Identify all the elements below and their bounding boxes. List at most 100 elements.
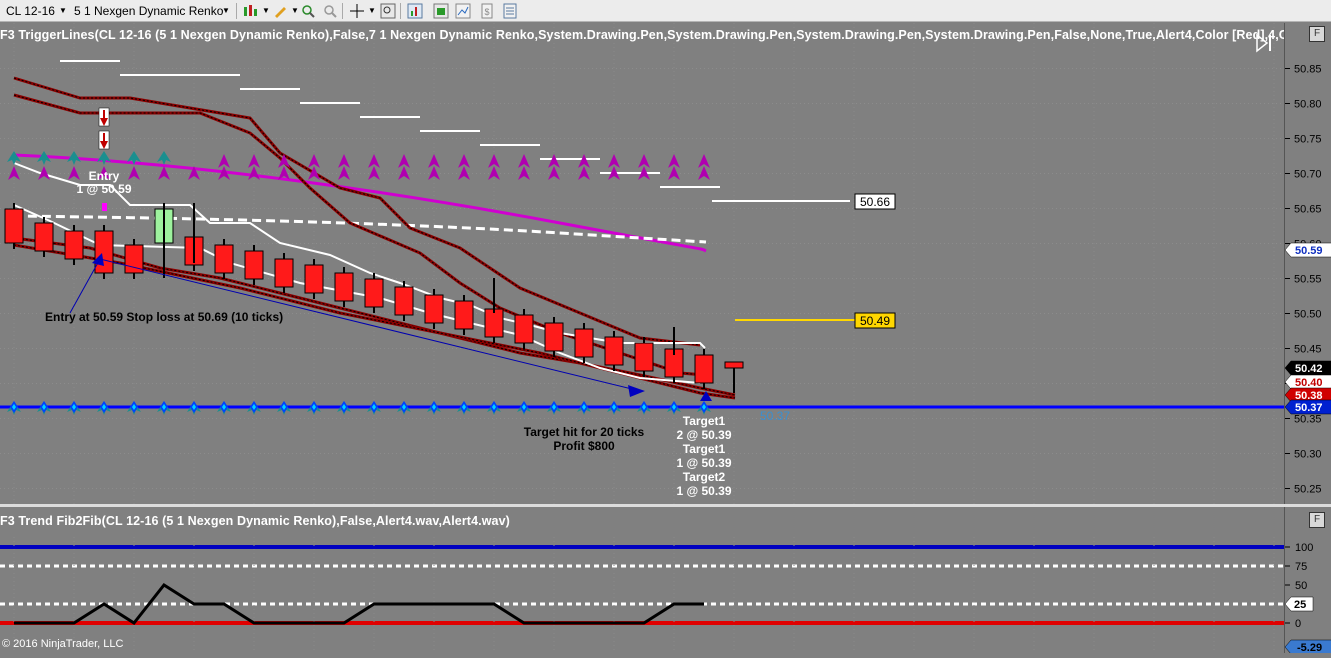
magenta-arrow-icon bbox=[488, 154, 500, 168]
blue-diamond-icon bbox=[10, 401, 18, 413]
teal-arrow-icon bbox=[97, 151, 111, 165]
toolbar-separator bbox=[400, 3, 401, 19]
zoom-icon[interactable] bbox=[300, 3, 316, 19]
axis-tick-label: 75 bbox=[1295, 561, 1307, 573]
axis-marker-blue-lower-text: 50.37 bbox=[1295, 402, 1323, 414]
magenta-arrow-icon bbox=[338, 154, 350, 168]
magenta-arrow-icon bbox=[398, 154, 410, 168]
magenta-arrow-icon bbox=[638, 154, 650, 168]
renko-candle bbox=[64, 230, 84, 260]
price-box-yellow-text: 50.49 bbox=[860, 314, 890, 328]
crosshair-icon[interactable] bbox=[349, 3, 365, 19]
zoom-out-icon[interactable] bbox=[322, 3, 338, 19]
magenta-arrow-icon bbox=[368, 154, 380, 168]
axis-tick-label: 50.65 bbox=[1294, 204, 1322, 216]
magenta-arrow-icon bbox=[128, 166, 140, 180]
dropdown-icon[interactable]: ▼ bbox=[364, 3, 380, 19]
float-button[interactable]: F bbox=[1309, 512, 1325, 528]
chart-toolbar: CL 12-16 ▼ 5 1 Nexgen Dynamic Renko ▼ ▼ … bbox=[0, 0, 1331, 22]
renko-candle bbox=[304, 264, 324, 294]
renko-candle bbox=[544, 322, 564, 352]
float-button[interactable]: F bbox=[1309, 26, 1325, 42]
renko-candle bbox=[514, 314, 534, 344]
calendar-icon[interactable]: $ bbox=[479, 3, 495, 19]
axis-tick-label: 0 bbox=[1295, 618, 1301, 630]
blue-diamond-icon bbox=[100, 401, 108, 413]
blue-diamond-icon bbox=[250, 401, 258, 413]
dropdown-icon[interactable]: ▼ bbox=[218, 3, 234, 19]
axis-tick-label: 50.25 bbox=[1294, 484, 1322, 496]
data-box-icon[interactable] bbox=[502, 3, 518, 19]
renko-candle bbox=[454, 300, 474, 330]
magenta-arrow-icon bbox=[578, 154, 590, 168]
magenta-arrow-icon bbox=[518, 154, 530, 168]
exit-arrow-icon bbox=[628, 385, 645, 397]
target-label: Target1 bbox=[683, 442, 726, 456]
trigger-line-dots bbox=[13, 77, 701, 346]
teal-arrow-icon bbox=[157, 151, 171, 165]
price-box-white-text: 50.66 bbox=[860, 195, 890, 209]
current-bar bbox=[724, 361, 744, 369]
oscillator-chart bbox=[0, 537, 1284, 653]
period-selector[interactable]: 5 1 Nexgen Dynamic Renko bbox=[74, 3, 223, 19]
renko-candle bbox=[634, 342, 654, 372]
axis-tick-label: 50.75 bbox=[1294, 134, 1322, 146]
renko-candle bbox=[574, 328, 594, 358]
scroll-end-icon[interactable] bbox=[1255, 33, 1275, 53]
templates-icon[interactable] bbox=[455, 3, 471, 19]
magenta-arrow-icon bbox=[698, 154, 710, 168]
blue-diamond-icon bbox=[220, 401, 228, 413]
dropdown-icon[interactable]: ▼ bbox=[55, 3, 71, 19]
toolbar-separator bbox=[236, 3, 237, 19]
price-axis[interactable]: 50.8550.8050.7550.7050.6550.6050.5550.50… bbox=[1284, 23, 1331, 504]
axis-marker-red-text: 50.40 bbox=[1295, 377, 1323, 389]
magnifier-icon[interactable] bbox=[380, 3, 396, 19]
renko-candle bbox=[274, 258, 294, 288]
magenta-arrow-icon bbox=[488, 166, 500, 180]
axis-tick-label: 50.70 bbox=[1294, 169, 1322, 181]
copyright-text: © 2016 NinjaTrader, LLC bbox=[2, 638, 124, 650]
strategy-icon[interactable] bbox=[433, 3, 449, 19]
instrument-selector[interactable]: CL 12-16 bbox=[6, 3, 55, 19]
teal-arrow-icon bbox=[7, 151, 21, 165]
renko-candle bbox=[364, 278, 384, 308]
trail-stop-line bbox=[13, 204, 701, 384]
oscillator-axis[interactable]: 100755025025-5.29 F bbox=[1284, 507, 1331, 655]
axis-marker-bottom-text: -5.29 bbox=[1297, 642, 1322, 653]
target-note: Target hit for 20 ticks bbox=[524, 425, 645, 439]
entry-qty-label: 1 @ 50.59 bbox=[76, 182, 131, 196]
target-label: 1 @ 50.39 bbox=[676, 456, 731, 470]
properties-icon[interactable] bbox=[407, 3, 423, 19]
trigger-line bbox=[13, 93, 706, 377]
renko-candle bbox=[34, 222, 54, 252]
blue-line-value: 50.37 bbox=[760, 409, 790, 423]
blue-diamond-icon bbox=[40, 401, 48, 413]
blue-diamond-icon bbox=[580, 401, 588, 413]
price-panel[interactable]: Entry 1 @ 50.59 Entry at 50.59 Stop loss a… bbox=[0, 23, 1284, 504]
blue-diamond-icon bbox=[610, 401, 618, 413]
target-label: Target2 bbox=[683, 470, 726, 484]
magenta-arrow-icon bbox=[248, 154, 260, 168]
oscillator-panel[interactable]: F3 Trend Fib2Fib(CL 12-16 (5 1 Nexgen Dy… bbox=[0, 507, 1284, 653]
axis-tick-label: 50 bbox=[1295, 580, 1307, 592]
blue-diamond-icon bbox=[520, 401, 528, 413]
entry-fill-marker bbox=[102, 203, 107, 211]
blue-diamond-icon bbox=[430, 401, 438, 413]
magenta-arrow-icon bbox=[218, 154, 230, 168]
blue-diamond-icon bbox=[280, 401, 288, 413]
blue-diamond-icon bbox=[640, 401, 648, 413]
renko-candle bbox=[334, 272, 354, 302]
price-axis-labels: 50.8550.8050.7550.7050.6550.6050.5550.50… bbox=[1284, 64, 1331, 496]
magenta-arrow-icon bbox=[668, 166, 680, 180]
price-indicator-title: F3 TriggerLines(CL 12-16 (5 1 Nexgen Dyn… bbox=[0, 28, 1284, 42]
magenta-arrow-icon bbox=[308, 166, 320, 180]
axis-tick-label: 50.35 bbox=[1294, 414, 1322, 426]
renko-candle bbox=[394, 286, 414, 316]
target-label: 2 @ 50.39 bbox=[676, 428, 731, 442]
magenta-arrow-icon bbox=[428, 154, 440, 168]
pencil-icon[interactable] bbox=[272, 3, 288, 19]
profit-note: Profit $800 bbox=[553, 439, 615, 453]
axis-marker-last-text: 50.42 bbox=[1295, 363, 1323, 375]
blue-diamond-icon bbox=[670, 401, 678, 413]
bar-chart-icon[interactable] bbox=[242, 3, 258, 19]
